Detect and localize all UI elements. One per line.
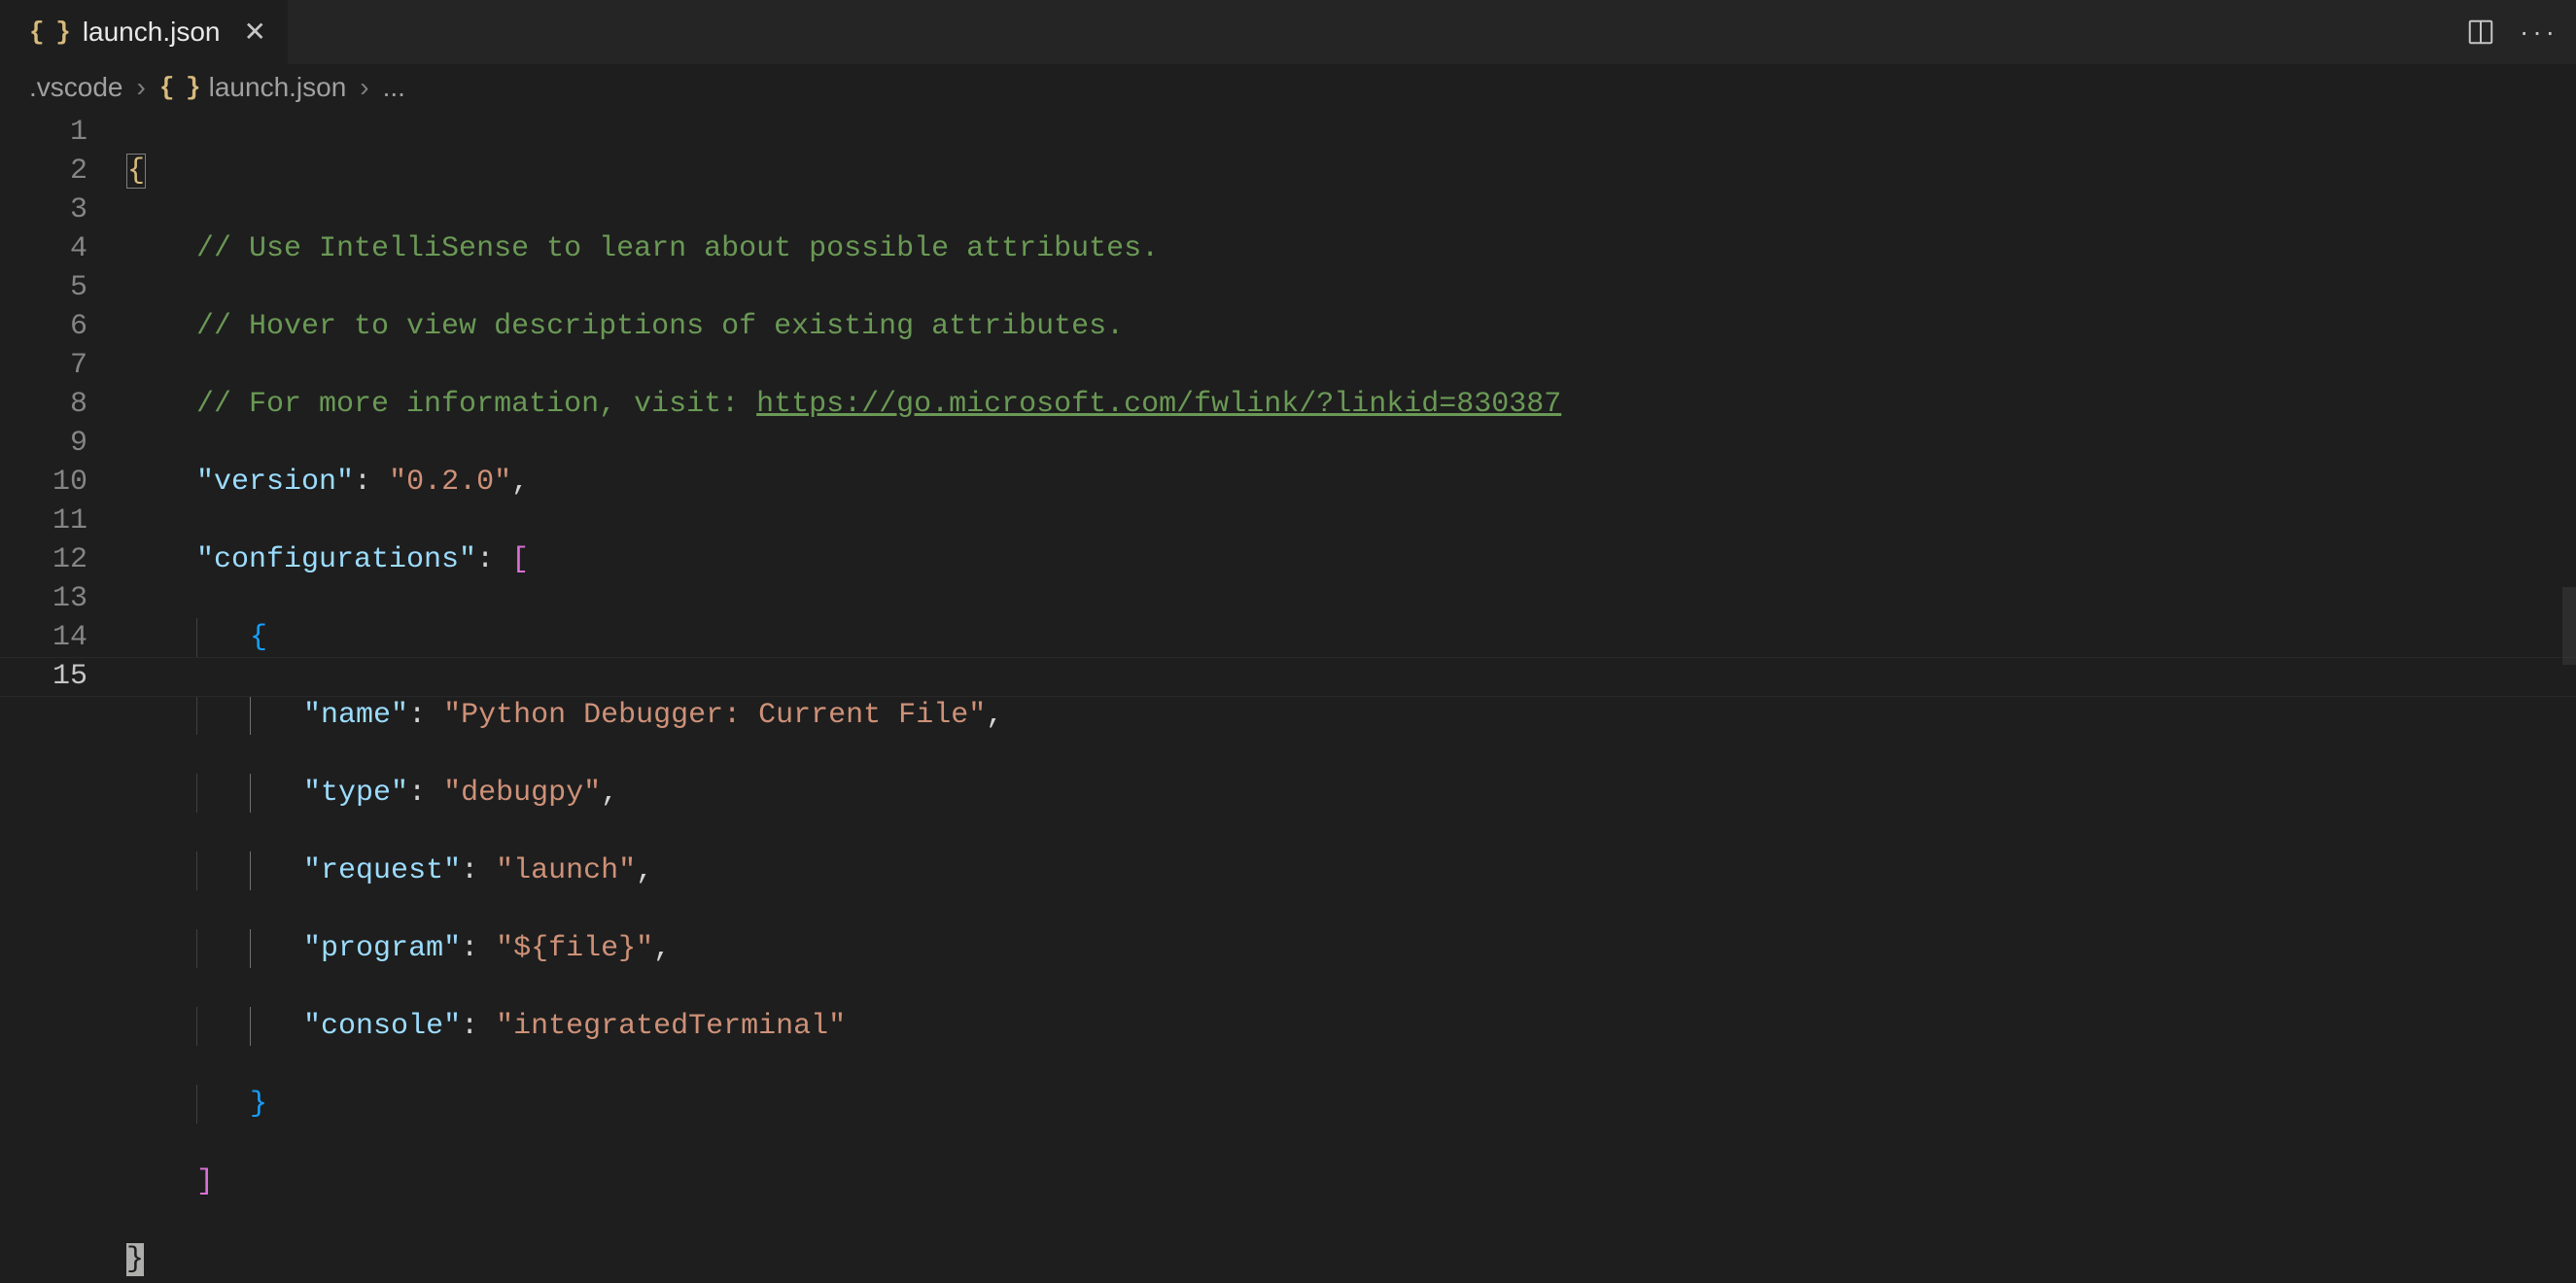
code-punct: , bbox=[986, 699, 1003, 732]
code-key: "configurations" bbox=[196, 543, 476, 576]
code-punct: , bbox=[601, 777, 618, 810]
code-key: "type" bbox=[303, 777, 408, 810]
line-number-gutter: 1 2 3 4 5 6 7 8 9 10 11 12 13 14 15 bbox=[0, 111, 126, 1283]
code-punct: , bbox=[636, 854, 653, 887]
line-number: 2 bbox=[0, 152, 87, 191]
more-actions-icon[interactable]: ··· bbox=[2522, 15, 2557, 50]
code-content[interactable]: { // Use IntelliSense to learn about pos… bbox=[126, 111, 2576, 1283]
code-punct: : bbox=[476, 543, 494, 576]
code-punct: : bbox=[461, 854, 478, 887]
code-punct: : bbox=[461, 932, 478, 965]
code-bracket: ] bbox=[196, 1165, 214, 1198]
tab-bar: { } launch.json ✕ ··· bbox=[0, 0, 2576, 64]
editor-title-actions: ··· bbox=[2463, 0, 2557, 64]
breadcrumb-file[interactable]: { } launch.json bbox=[159, 72, 346, 103]
code-comment: // Use IntelliSense to learn about possi… bbox=[196, 232, 1159, 265]
line-number: 6 bbox=[0, 307, 87, 346]
line-number: 11 bbox=[0, 502, 87, 540]
breadcrumb-trail-label: ... bbox=[383, 72, 405, 103]
code-comment: // Hover to view descriptions of existin… bbox=[196, 310, 1124, 343]
line-number: 14 bbox=[0, 618, 87, 657]
code-key: "console" bbox=[303, 1010, 461, 1043]
code-string: "launch" bbox=[496, 854, 636, 887]
line-number: 8 bbox=[0, 385, 87, 424]
chevron-right-icon: › bbox=[360, 72, 368, 103]
code-token-brace: { bbox=[126, 154, 146, 189]
code-key: "request" bbox=[303, 854, 461, 887]
code-string: "Python Debugger: Current File" bbox=[443, 699, 986, 732]
json-file-icon: { } bbox=[29, 17, 69, 47]
scrollbar-vertical[interactable] bbox=[2562, 587, 2576, 665]
breadcrumb-trail[interactable]: ... bbox=[383, 72, 405, 103]
line-number: 4 bbox=[0, 229, 87, 268]
breadcrumb-folder-label: .vscode bbox=[29, 72, 123, 103]
tab-label: launch.json bbox=[83, 17, 221, 48]
code-punct: : bbox=[408, 777, 426, 810]
code-key: "program" bbox=[303, 932, 461, 965]
code-key: "name" bbox=[303, 699, 408, 732]
chevron-right-icon: › bbox=[137, 72, 146, 103]
doc-link[interactable]: https://go.microsoft.com/fwlink/?linkid=… bbox=[756, 388, 1561, 421]
tab-launch-json[interactable]: { } launch.json ✕ bbox=[0, 0, 289, 64]
line-number: 1 bbox=[0, 113, 87, 152]
line-number: 10 bbox=[0, 463, 87, 502]
breadcrumb-folder[interactable]: .vscode bbox=[29, 72, 123, 103]
line-number: 3 bbox=[0, 191, 87, 229]
code-punct: : bbox=[408, 699, 426, 732]
breadcrumb-file-label: launch.json bbox=[209, 72, 347, 103]
code-brace: { bbox=[250, 621, 267, 654]
code-editor[interactable]: 1 2 3 4 5 6 7 8 9 10 11 12 13 14 15 { //… bbox=[0, 111, 2576, 1283]
line-number: 7 bbox=[0, 346, 87, 385]
code-string: "integratedTerminal" bbox=[496, 1010, 846, 1043]
code-string: "${file}" bbox=[496, 932, 653, 965]
line-number: 9 bbox=[0, 424, 87, 463]
line-number: 12 bbox=[0, 540, 87, 579]
close-icon[interactable]: ✕ bbox=[243, 18, 265, 46]
code-token-brace: } bbox=[126, 1243, 144, 1276]
line-number: 5 bbox=[0, 268, 87, 307]
code-punct: : bbox=[354, 466, 371, 499]
code-comment: // For more information, visit: bbox=[196, 388, 756, 421]
code-brace: } bbox=[250, 1088, 267, 1121]
code-bracket: [ bbox=[511, 543, 529, 576]
split-editor-icon[interactable] bbox=[2463, 15, 2498, 50]
json-file-icon: { } bbox=[159, 73, 199, 102]
line-number: 13 bbox=[0, 579, 87, 618]
line-number: 15 bbox=[0, 657, 87, 696]
code-string: "0.2.0" bbox=[389, 466, 511, 499]
code-punct: , bbox=[653, 932, 671, 965]
code-punct: , bbox=[511, 466, 529, 499]
code-string: "debugpy" bbox=[443, 777, 601, 810]
breadcrumb: .vscode › { } launch.json › ... bbox=[0, 64, 2576, 111]
code-key: "version" bbox=[196, 466, 354, 499]
code-punct: : bbox=[461, 1010, 478, 1043]
